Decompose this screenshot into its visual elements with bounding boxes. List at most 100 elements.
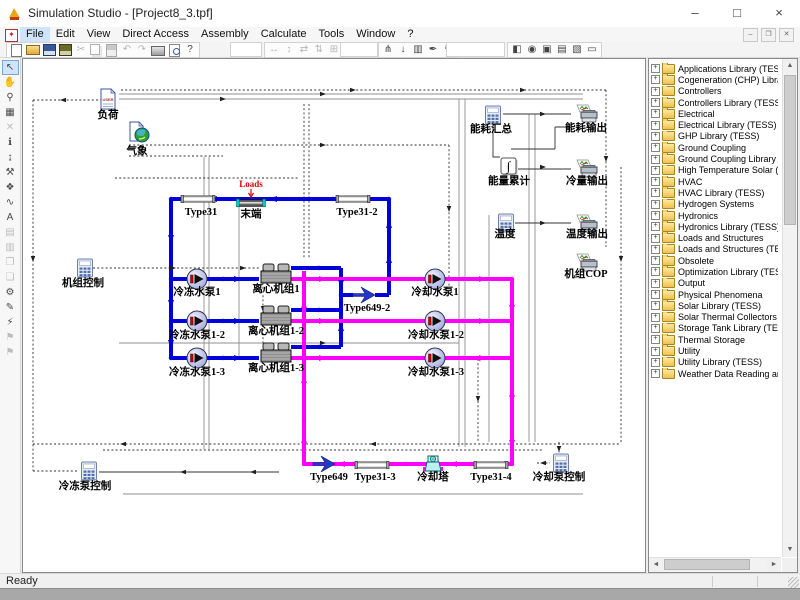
component-energy-out[interactable] [577,105,597,122]
save-all-button[interactable] [59,44,72,56]
expand-icon[interactable]: + [651,98,660,107]
undo-button[interactable]: ↶ [120,44,134,56]
new-file-button[interactable] [11,44,22,57]
flag-tool-2[interactable]: ⚑ [2,345,19,360]
align-vertical-button[interactable]: ↕ [282,44,296,56]
expand-icon[interactable]: + [651,200,660,209]
library-item[interactable]: +Loads and Structures [650,232,778,243]
card-view-button[interactable]: ▭ [585,44,599,56]
component-cooling-out[interactable] [577,160,597,177]
component-energy-integ[interactable]: ∫ [501,158,518,176]
open-file-button[interactable] [26,45,40,55]
direct-access-tool[interactable]: ↨ [2,150,19,165]
window-tool-2[interactable]: ▥ [2,240,19,255]
expand-icon[interactable]: + [651,347,660,356]
sort-down-button[interactable]: ↓ [396,44,410,56]
expand-icon[interactable]: + [651,324,660,333]
library-item[interactable]: +Hydrogen Systems [650,199,778,210]
component-weather[interactable] [130,122,149,142]
library-item[interactable]: +Ground Coupling Library (TESS) [650,153,778,164]
menu-direct-access[interactable]: Direct Access [116,27,195,42]
library-item[interactable]: +High Temperature Solar (TESS) [650,165,778,176]
watch-button[interactable]: ◉ [525,44,539,56]
expand-icon[interactable]: + [651,279,660,288]
component-chiller-2[interactable] [261,306,291,325]
library-item[interactable]: +Controllers Library (TESS) [650,97,778,108]
component-type31-4[interactable] [474,461,508,468]
component-cw-pump-1[interactable] [425,269,445,289]
wrench-tool[interactable]: ⚒ [2,165,19,180]
library-item[interactable]: +Hydronics [650,210,778,221]
expand-icon[interactable]: + [651,267,660,276]
library-item[interactable]: +Applications Library (TESS) [650,63,778,74]
expand-icon[interactable]: + [651,87,660,96]
copy-button[interactable] [90,44,100,55]
menu-window[interactable]: Window [350,27,401,42]
select-tool[interactable]: ↖ [2,60,19,75]
library-item[interactable]: +Electrical Library (TESS) [650,119,778,130]
expand-icon[interactable]: + [651,358,660,367]
component-terminal[interactable] [237,199,266,207]
component-chw-pump-ctrl[interactable] [82,462,97,480]
library-item[interactable]: +Loads and Structures (TESS) [650,244,778,255]
library-item[interactable]: +Solar Thermal Collectors [650,312,778,323]
menu-view[interactable]: View [81,27,117,42]
expand-icon[interactable]: + [651,109,660,118]
menu-tools[interactable]: Tools [313,27,351,42]
child-restore-button[interactable]: ❐ [761,28,776,42]
expand-icon[interactable]: + [651,369,660,378]
save-file-button[interactable] [43,44,56,56]
expand-icon[interactable]: + [651,290,660,299]
library-horizontal-scrollbar[interactable]: ◄ ► [649,557,781,572]
expand-icon[interactable]: + [651,222,660,231]
flag-tool-1[interactable]: ⚑ [2,330,19,345]
library-item[interactable]: +Controllers [650,86,778,97]
info-tool[interactable]: ℹ [2,135,19,150]
menu-file[interactable]: File [20,27,50,42]
close-button[interactable]: × [758,0,800,27]
library-item[interactable]: +Utility [650,345,778,356]
expand-icon[interactable]: + [651,301,660,310]
component-type31[interactable] [181,195,215,202]
component-type649[interactable] [313,456,335,472]
help-button[interactable]: ? [183,44,197,56]
expand-icon[interactable]: + [651,234,660,243]
expand-icon[interactable]: + [651,335,660,344]
scroll-right-arrow[interactable]: ► [767,558,781,572]
assembly-canvas[interactable]: USER∫ 负荷气象Type31末端Type31-2冷冻水泵1冷冻水泵1-2冷冻… [22,58,646,573]
menu-calculate[interactable]: Calculate [255,27,313,42]
proforma-view-button[interactable]: ◧ [510,44,524,56]
library-item[interactable]: +Thermal Storage [650,334,778,345]
child-minimize-button[interactable]: – [743,28,758,42]
settings-tool[interactable]: ⚙ [2,285,19,300]
expand-icon[interactable]: + [651,188,660,197]
expand-icon[interactable]: + [651,143,660,152]
resize-grip[interactable] [788,577,799,588]
component-cw-pump-2[interactable] [425,311,445,331]
component-unit-ctrl[interactable] [78,259,93,277]
library-item[interactable]: +Optimization Library (TESS) [650,266,778,277]
component-chw-pump-2[interactable] [187,311,207,331]
zoom-tool[interactable]: ⚲ [2,90,19,105]
expand-icon[interactable]: + [651,64,660,73]
component-type31-2[interactable] [336,195,370,202]
component-chw-pump-3[interactable] [187,348,207,368]
align-horizontal-button[interactable]: ↔ [267,44,281,56]
export-view-button[interactable]: ▧ [570,44,584,56]
library-item[interactable]: +Solar Library (TESS) [650,300,778,311]
library-item[interactable]: +HVAC [650,176,778,187]
library-vertical-scrollbar[interactable]: ▲ ▼ [782,59,797,557]
expand-icon[interactable]: + [651,256,660,265]
print-preview-button[interactable] [169,44,180,57]
text-tool[interactable]: A [2,210,19,225]
expand-icon[interactable]: + [651,166,660,175]
library-item[interactable]: +Output [650,278,778,289]
document-icon[interactable]: ✦ [5,29,18,42]
maximize-button[interactable]: □ [716,0,758,27]
component-load-file[interactable]: USER [101,89,115,109]
run-tool[interactable]: ⚡ [2,315,19,330]
component-chiller-3[interactable] [261,343,291,362]
delete-tool[interactable]: ✕ [2,120,19,135]
library-item[interactable]: +HVAC Library (TESS) [650,187,778,198]
component-energy-sum[interactable] [486,106,501,124]
